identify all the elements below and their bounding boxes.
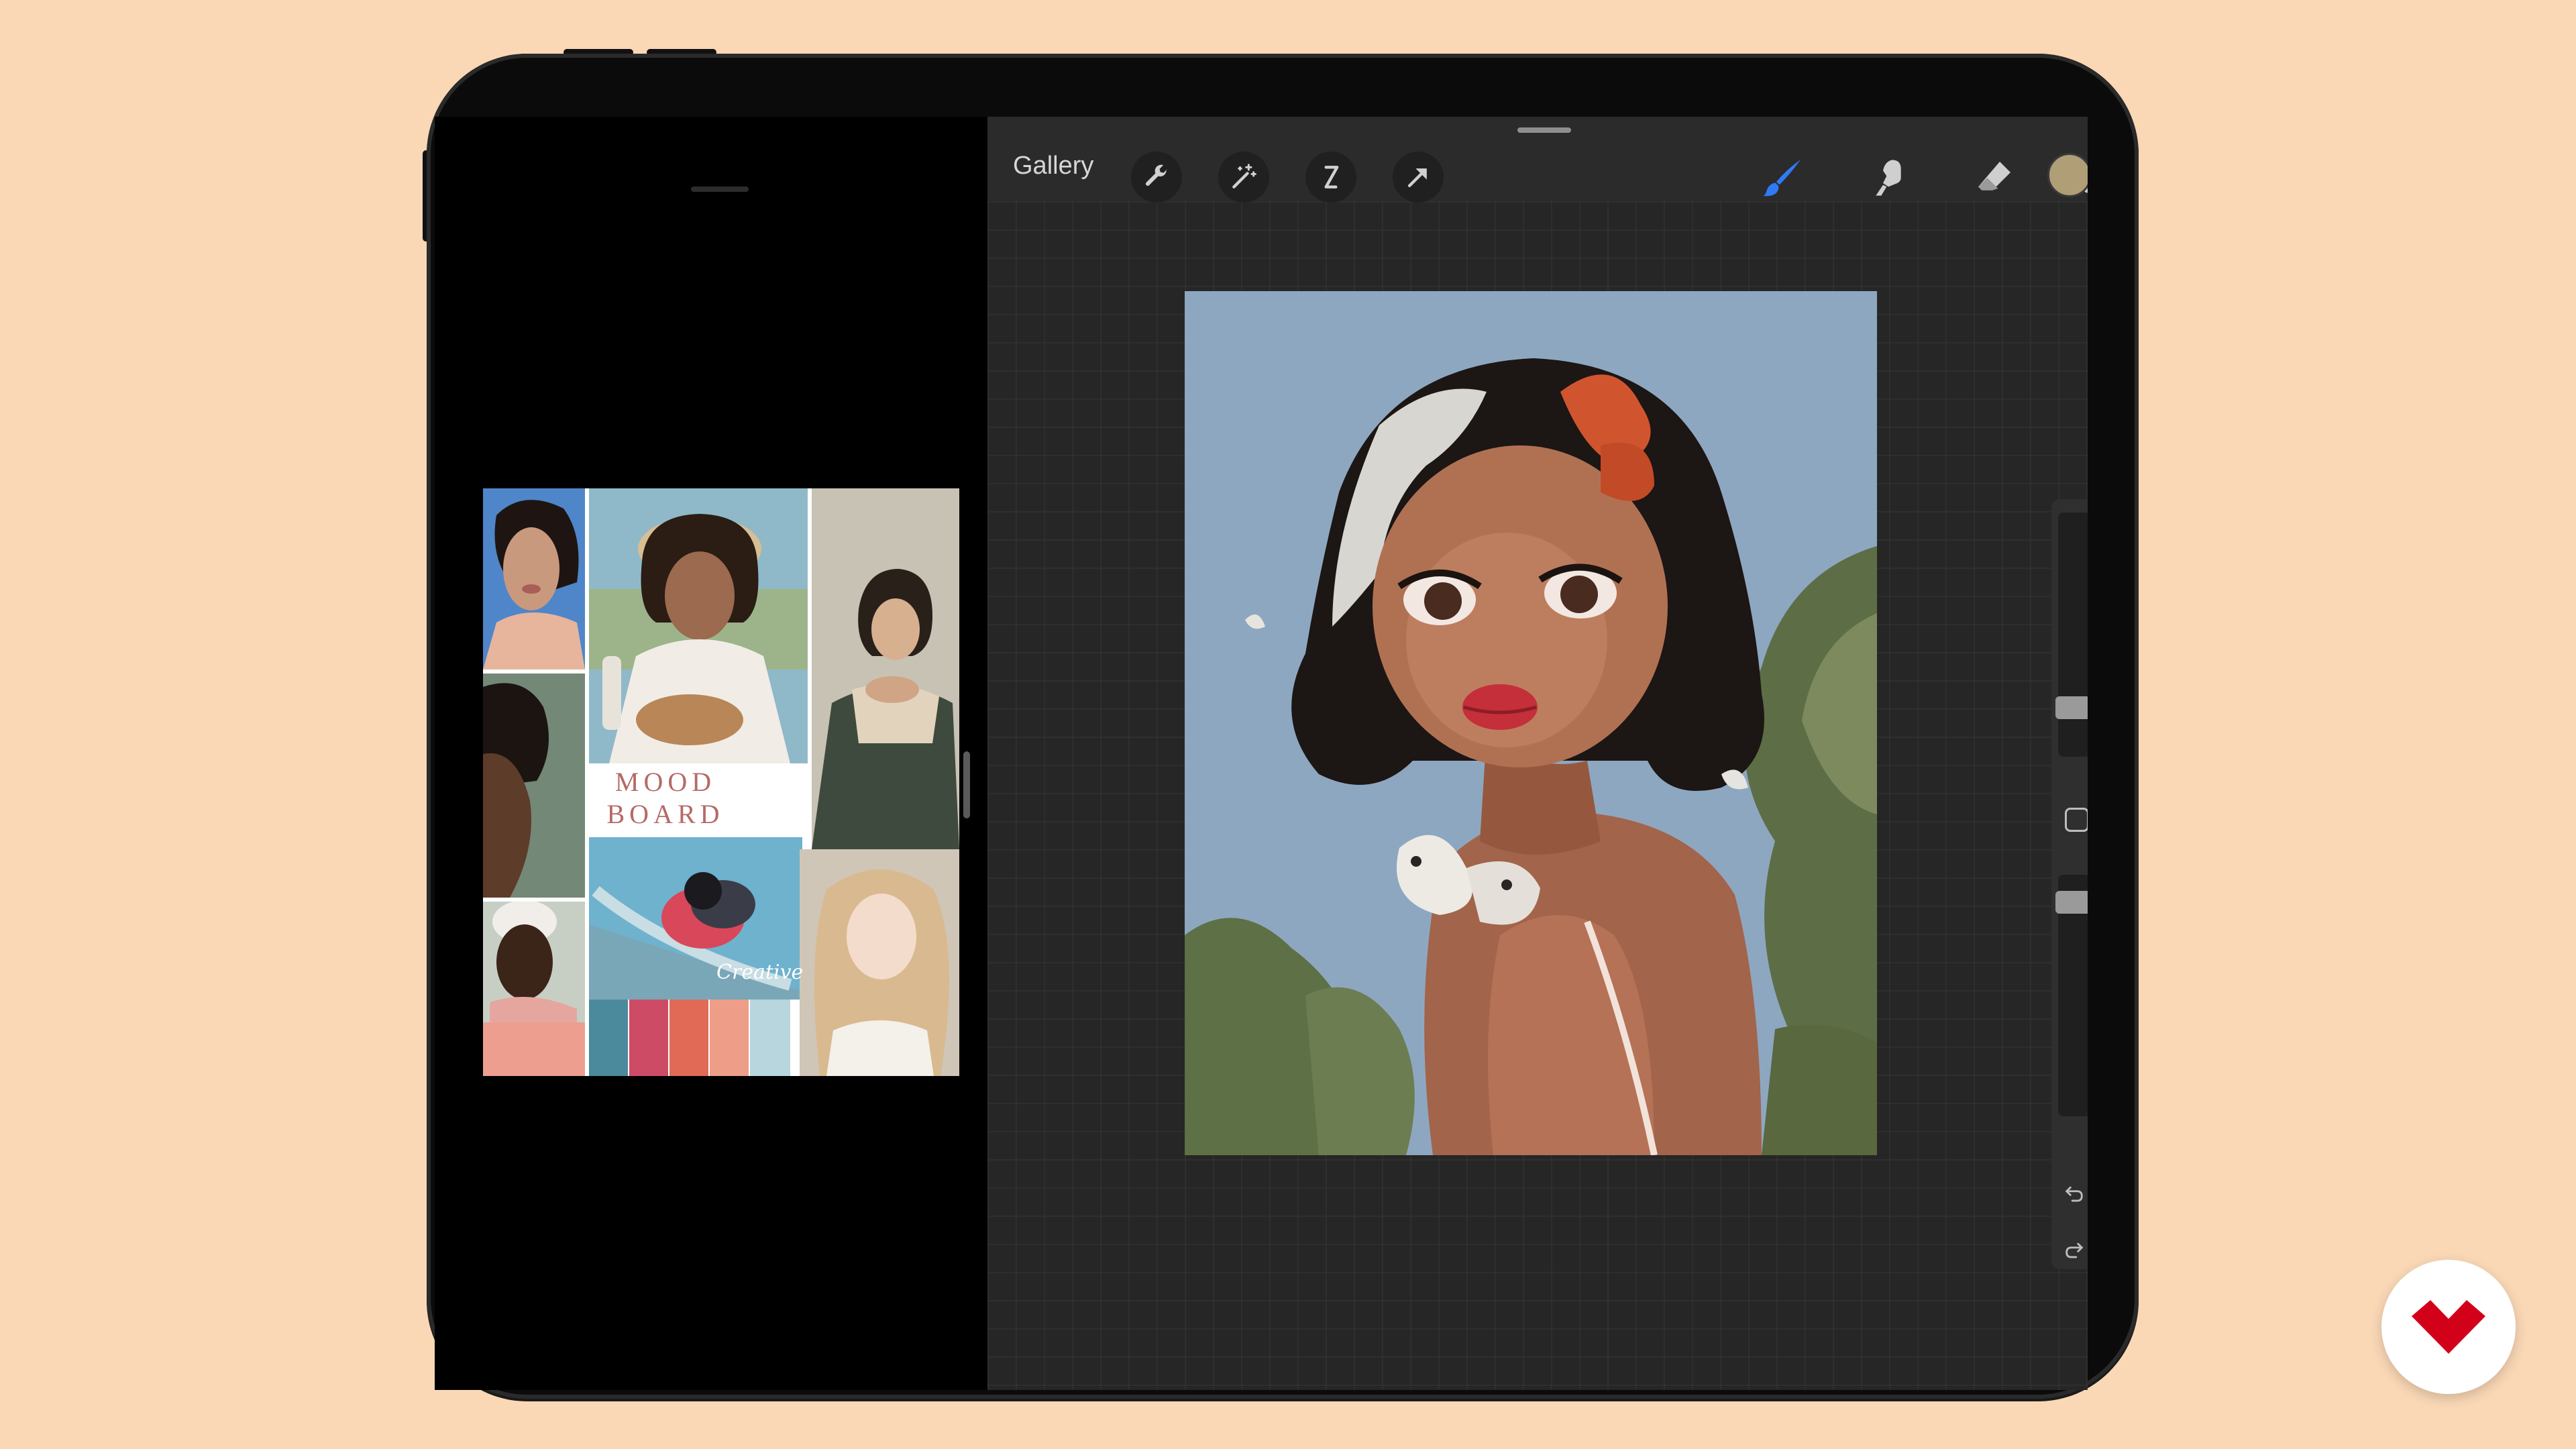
- redo-button[interactable]: [2061, 1237, 2088, 1264]
- canvas-artwork: [1185, 291, 1877, 1155]
- app-multitasking-grabber[interactable]: [1517, 127, 1571, 133]
- top-toolbar: Gallery: [987, 117, 2088, 203]
- multitasking-grabber[interactable]: [691, 186, 749, 192]
- actions-button[interactable]: [1131, 152, 1182, 203]
- brush-tool-button[interactable]: [1752, 148, 1813, 208]
- adjustments-button[interactable]: [1218, 152, 1269, 203]
- gallery-button[interactable]: Gallery: [1013, 149, 1093, 182]
- mood-board-title-line1: MOOD: [614, 767, 716, 797]
- redo-icon: [2065, 1242, 2084, 1258]
- eraser-icon: [1978, 162, 2010, 191]
- palette-swatch-5: [750, 1000, 790, 1076]
- palette-swatch-4: [710, 1000, 749, 1076]
- magic-wand-icon: [1232, 164, 1256, 189]
- procreate-app: Gallery: [987, 117, 2088, 1390]
- brand-logo-icon: [2412, 1300, 2485, 1354]
- palette-swatch-2: [629, 1000, 668, 1076]
- smudge-tool-button[interactable]: [1858, 148, 1919, 208]
- transform-button[interactable]: [1393, 152, 1444, 203]
- mood-board-image: MOOD BOARD Creative: [483, 488, 959, 1076]
- undo-icon: [2065, 1186, 2083, 1202]
- mood-photo-woman-green: [483, 674, 585, 898]
- wrench-icon: [1145, 164, 1167, 186]
- brush-size-slider-track[interactable]: [2058, 513, 2088, 757]
- transform-arrow-icon: [1407, 168, 1427, 188]
- palette-swatch-3: [669, 1000, 708, 1076]
- mood-pink-block: [483, 1022, 585, 1076]
- creative-market-watermark: Creative: [716, 961, 804, 984]
- mood-painting-classical: [812, 488, 959, 849]
- brush-sidebar: [2051, 499, 2088, 1269]
- mood-illustration-blonde: [800, 849, 959, 1076]
- selection-icon: [1324, 166, 1339, 189]
- split-view-divider-handle[interactable]: [963, 751, 970, 818]
- brand-logo: [2381, 1260, 2516, 1394]
- mood-photo-woman-blue: [483, 488, 585, 669]
- palette-swatch-1: [589, 1000, 628, 1076]
- mood-board-title: MOOD BOARD: [590, 763, 741, 833]
- opacity-slider-thumb[interactable]: [2055, 891, 2088, 914]
- split-view-left-pane: MOOD BOARD Creative: [435, 117, 981, 1390]
- selection-button[interactable]: [1305, 152, 1356, 203]
- mood-photo-woman-hat: [589, 488, 808, 763]
- brush-size-slider-thumb[interactable]: [2055, 696, 2088, 719]
- mood-photo-man-white-hair: [483, 902, 585, 1022]
- smudge-icon: [1876, 160, 1901, 196]
- eraser-tool-button[interactable]: [1964, 148, 2025, 208]
- ipad-screen: MOOD BOARD Creative Gallery: [435, 117, 2088, 1390]
- color-picker-button[interactable]: [2047, 153, 2088, 197]
- modify-button[interactable]: [2065, 808, 2088, 832]
- ipad-frame: MOOD BOARD Creative Gallery: [427, 54, 2139, 1399]
- mood-board-title-line2: BOARD: [606, 799, 724, 829]
- brush-icon: [1763, 160, 1801, 197]
- drawing-canvas[interactable]: [1185, 291, 1877, 1155]
- undo-button[interactable]: [2061, 1181, 2088, 1208]
